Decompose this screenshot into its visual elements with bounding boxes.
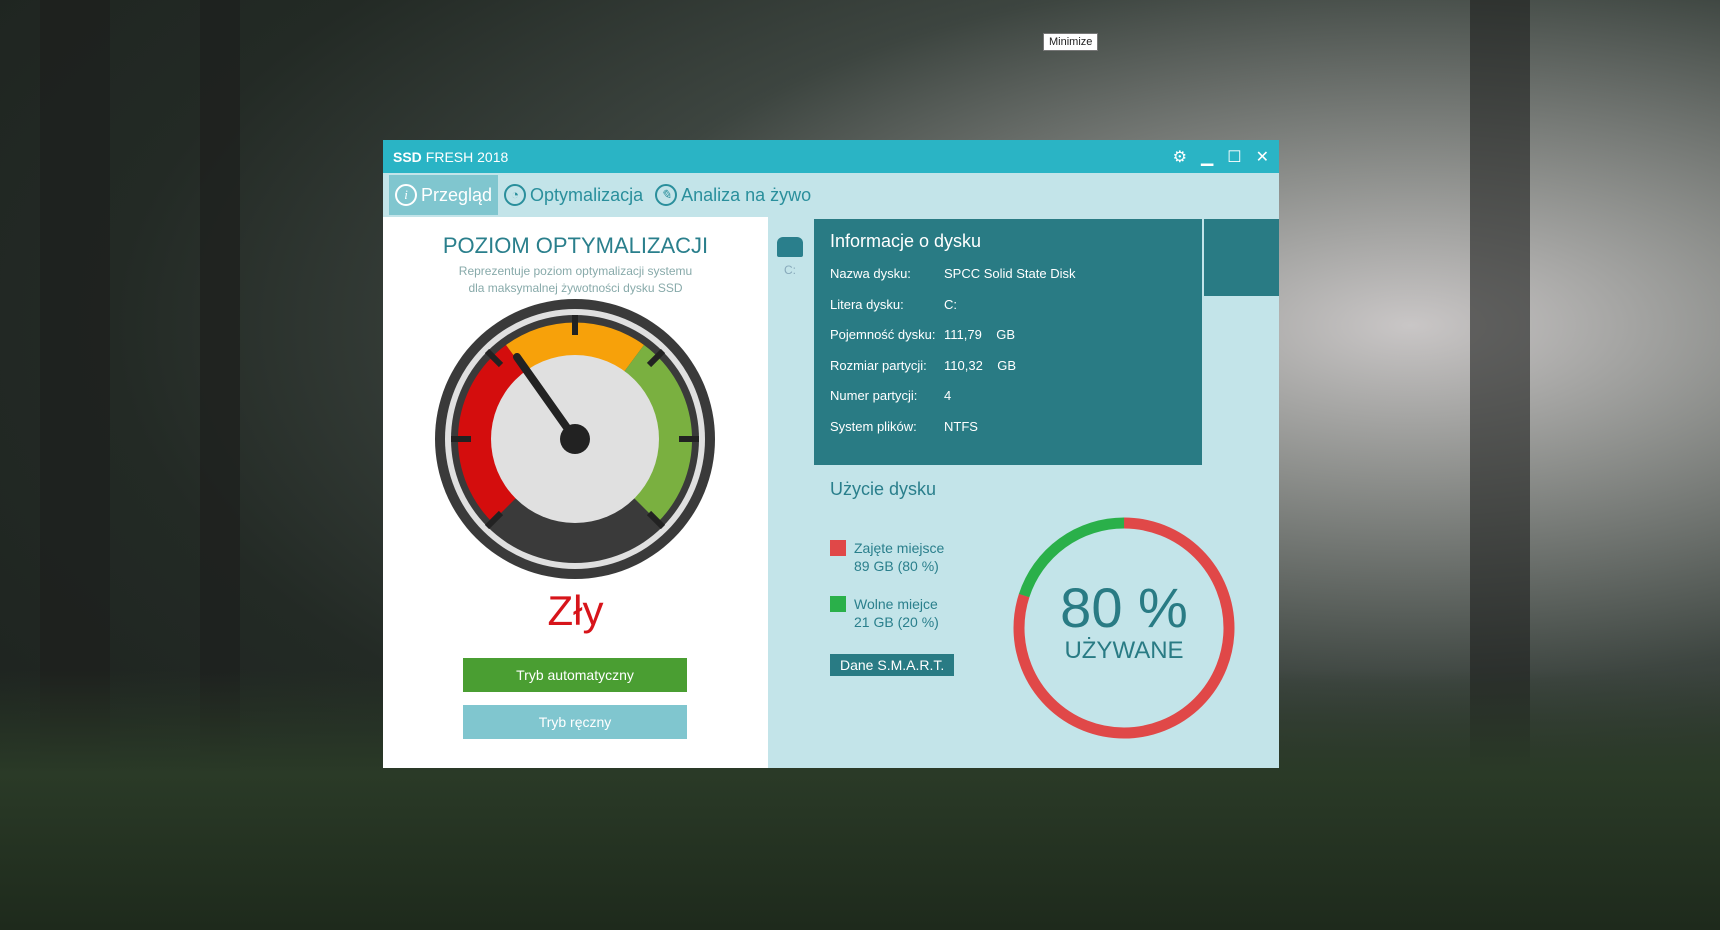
- info-value: NTFS: [944, 418, 978, 434]
- pencil-icon: ✎: [655, 184, 678, 206]
- optimization-title: POZIOM OPTYMALIZACJI: [442, 233, 709, 258]
- free-label: Wolne miejce: [854, 596, 938, 612]
- info-icon: i: [395, 184, 417, 206]
- disk-info-row: Nazwa dysku: SPCC Solid State Disk: [830, 266, 1186, 297]
- disk-info-row: Rozmiar partycji: 110,32 GB: [830, 358, 1186, 389]
- info-value: 111,79 GB: [944, 327, 1016, 342]
- tab-przeglad[interactable]: i Przegląd: [389, 175, 499, 215]
- disk-info-row: Pojemność dysku: 111,79 GB: [830, 327, 1186, 358]
- usage-percent: 80 % UŻYWANE: [1012, 579, 1236, 665]
- optimization-panel: POZIOM OPTYMALIZACJI Reprezentuje poziom…: [383, 217, 768, 768]
- info-value: C:: [944, 296, 957, 312]
- optimization-status: Zły: [547, 587, 604, 634]
- title-bar[interactable]: SSD FRESH 2018 ⚙ ▁ ☐ ✕: [383, 140, 1279, 173]
- used-swatch: [830, 540, 846, 556]
- info-value: 4: [944, 388, 952, 403]
- info-key: Nazwa dysku:: [830, 266, 911, 281]
- drive-letter: C:: [784, 263, 796, 277]
- app-window: SSD FRESH 2018 ⚙ ▁ ☐ ✕ i Przegląd ◔ Optyma…: [383, 140, 1279, 768]
- optimization-subtitle: Reprezentuje poziom optymalizacji system…: [458, 264, 693, 295]
- tab-label: Optymalizacja: [530, 184, 644, 205]
- info-value: SPCC Solid State Disk: [944, 266, 1076, 281]
- free-value: 21 GB (20 %): [854, 614, 939, 630]
- tab-analiza[interactable]: ✎ Analiza na żywo: [649, 175, 817, 215]
- free-swatch: [830, 596, 846, 612]
- disk-info-row: Litera dysku: C:: [830, 297, 1186, 328]
- maximize-button[interactable]: ☐: [1227, 147, 1241, 167]
- disk-info-row: Numer partycji: 4: [830, 388, 1186, 419]
- tab-label: Przegląd: [421, 184, 493, 205]
- side-tile: [1204, 219, 1279, 296]
- tab-label: Analiza na żywo: [681, 184, 812, 205]
- used-value: 89 GB (80 %): [854, 558, 939, 574]
- tab-optymalizacja[interactable]: ◔ Optymalizacja: [498, 175, 649, 215]
- optimization-gauge: [435, 299, 715, 579]
- auto-mode-button[interactable]: Tryb automatyczny: [463, 658, 687, 692]
- gear-icon[interactable]: ⚙: [1173, 147, 1187, 167]
- disk-usage-panel: Użycie dysku Zajęte miejsce 89 GB (80 %) …: [814, 469, 1279, 768]
- disk-info-row: System plików: NTFS: [830, 419, 1186, 450]
- usage-percent-label: UŻYWANE: [1064, 637, 1184, 664]
- drive-list: C:: [768, 217, 812, 768]
- app-title: FRESH 2018: [425, 148, 509, 165]
- info-key: System plików:: [830, 418, 917, 434]
- legend-free: Wolne miejce 21 GB (20 %): [830, 595, 939, 631]
- drive-icon: [777, 237, 803, 257]
- manual-mode-button[interactable]: Tryb ręczny: [463, 705, 687, 739]
- info-value: 110,32 GB: [944, 357, 1017, 373]
- info-key: Numer partycji:: [830, 388, 918, 403]
- disk-info-title: Informacje o dysku: [830, 231, 982, 251]
- info-key: Litera dysku:: [830, 296, 904, 312]
- smart-data-button[interactable]: Dane S.M.A.R.T.: [830, 654, 955, 676]
- info-key: Rozmiar partycji:: [830, 357, 927, 373]
- close-button[interactable]: ✕: [1256, 147, 1269, 167]
- usage-percent-value: 80 %: [1060, 576, 1188, 639]
- speedometer-icon: ◔: [504, 184, 527, 206]
- minimize-button[interactable]: ▁: [1201, 147, 1213, 167]
- disk-usage-title: Użycie dysku: [830, 479, 937, 499]
- tab-bar: i Przegląd ◔ Optymalizacja ✎ Analiza na żyw…: [383, 173, 1279, 217]
- legend-used: Zajęte miejsce 89 GB (80 %): [830, 539, 944, 575]
- app-title-bold: SSD: [393, 148, 422, 165]
- used-label: Zajęte miejsce: [854, 540, 945, 556]
- disk-info-panel: Informacje o dysku Nazwa dysku: SPCC Soli…: [814, 219, 1202, 465]
- info-key: Pojemność dysku:: [830, 327, 936, 342]
- minimize-tooltip: Minimize: [1043, 33, 1099, 51]
